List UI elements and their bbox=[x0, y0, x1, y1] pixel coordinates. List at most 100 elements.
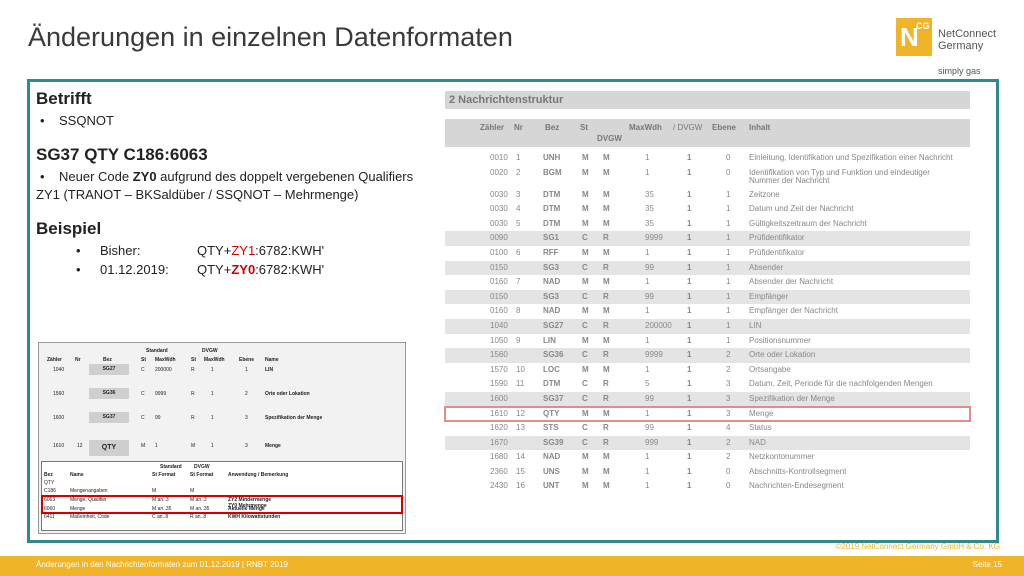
cell-e: 0 bbox=[726, 481, 731, 491]
cell-m: 999 bbox=[645, 437, 659, 447]
sub-col-name: Name bbox=[70, 472, 84, 478]
cell-i: Ortsangabe bbox=[749, 364, 791, 374]
inset-cell-e: 3 bbox=[245, 443, 248, 449]
inset-head-dvgw: DVGW bbox=[202, 348, 218, 354]
cell-m: 1 bbox=[645, 306, 650, 316]
table-row: 1570 10 LOC M M 1 1 2 Ortsangabe bbox=[445, 363, 970, 378]
heading-sg37: SG37 QTY C186:6063 bbox=[36, 145, 208, 164]
logo-mark: N CG bbox=[896, 18, 932, 56]
cell-s: M bbox=[582, 335, 589, 345]
cell-n: 6 bbox=[516, 247, 521, 257]
cell-z: 0160 bbox=[490, 277, 508, 287]
inset-cell-m2: 1 bbox=[211, 443, 214, 449]
cell-i: Einleitung, Identifikation und Spezifika… bbox=[749, 153, 953, 162]
cell-e: 0 bbox=[726, 153, 731, 162]
cell-i: Menge bbox=[749, 408, 774, 418]
cell-m: 99 bbox=[645, 262, 654, 272]
cell-d: 1 bbox=[687, 233, 692, 243]
cell-e: 1 bbox=[726, 335, 731, 345]
inset-cell-s2: R bbox=[191, 367, 195, 373]
inset-cell-s: C bbox=[141, 415, 145, 421]
table-row: 2360 15 UNS M M 1 1 0 Abschnitts-Kontrollsegment bbox=[445, 465, 970, 480]
cell-m: 99 bbox=[645, 423, 654, 433]
cell-b: NAD bbox=[543, 306, 561, 316]
cell-z: 1050 bbox=[490, 335, 508, 345]
sub-cell-bez: 6411 bbox=[44, 514, 55, 520]
cell-e: 2 bbox=[726, 350, 731, 360]
example-2: • 01.12.2019: QTY+ZY0:6782:KWH' bbox=[76, 262, 325, 277]
example-2-label: 01.12.2019: bbox=[100, 262, 169, 277]
highlight-box bbox=[41, 495, 403, 514]
table-row: 0090 SG1 C R 9999 1 1 Prüfidentifikator bbox=[445, 231, 970, 246]
cell-e: 4 bbox=[726, 423, 731, 433]
cell-s: C bbox=[582, 262, 588, 272]
col-dvgw: / DVGW bbox=[673, 123, 703, 132]
inset-col-zaehler: Zähler bbox=[47, 357, 63, 363]
cell-b: DTM bbox=[543, 379, 561, 389]
table-row: 0160 8 NAD M M 1 1 1 Empfänger der Nachricht bbox=[445, 304, 970, 319]
sub-cell-f1: M bbox=[152, 488, 157, 494]
example-1-value: QTY+ZY1:6782:KWH' bbox=[197, 243, 325, 258]
cell-s: M bbox=[582, 306, 589, 316]
cell-z: 1590 bbox=[490, 379, 508, 389]
inset-cell-name: Orte oder Lokation bbox=[265, 391, 310, 397]
inset-cell-name: Spezifikation der Menge bbox=[265, 415, 323, 421]
logo-slogan: simply gas bbox=[938, 66, 981, 76]
cell-i: NAD bbox=[749, 437, 766, 447]
cell-n: 14 bbox=[516, 452, 525, 462]
cell-n: 1 bbox=[516, 153, 521, 162]
code-zy0: ZY0 bbox=[132, 169, 157, 184]
cell-m: 1 bbox=[645, 247, 650, 257]
cell-s2: M bbox=[603, 247, 610, 257]
cell-s2: M bbox=[603, 364, 610, 374]
cell-m: 5 bbox=[645, 379, 650, 389]
cell-m: 35 bbox=[645, 189, 654, 199]
col-bez: Bez bbox=[545, 123, 560, 132]
inset-col-nr: Nr bbox=[75, 357, 81, 363]
inset-head-standard: Standard bbox=[146, 348, 168, 354]
logo: N CG NetConnect Germany simply gas bbox=[896, 18, 1006, 78]
cell-m: 99 bbox=[645, 393, 654, 403]
cell-s2: M bbox=[603, 218, 610, 228]
cell-s2: M bbox=[603, 466, 610, 476]
cell-i: Prüfidentifikator bbox=[749, 233, 805, 243]
page-number: Seite 15 bbox=[972, 560, 1002, 569]
logo-name-2: Germany bbox=[938, 40, 984, 52]
table-row: 0030 5 DTM M M 35 1 1 Gültigkeitszeitraum der Na… bbox=[445, 217, 970, 232]
sub-head-dvgw: DVGW bbox=[194, 464, 210, 470]
cell-s: M bbox=[582, 481, 589, 491]
cell-e: 1 bbox=[726, 291, 731, 301]
cell-m: 9999 bbox=[645, 350, 663, 360]
col-st: St bbox=[580, 123, 588, 132]
cell-m: 1 bbox=[645, 153, 650, 162]
cell-m: 1 bbox=[645, 452, 650, 462]
cell-s2: M bbox=[603, 189, 610, 199]
inset-bez-box: QTY bbox=[89, 440, 129, 456]
cell-s: M bbox=[582, 153, 589, 162]
table-row: 1050 9 LIN M M 1 1 1 Positionsnummer bbox=[445, 334, 970, 349]
cell-i: Orte oder Lokation bbox=[749, 350, 816, 360]
inset-cell-s2: M bbox=[191, 443, 196, 449]
table-row: 0010 1 UNH M M 1 1 0 Einleitung, Identifikation … bbox=[445, 151, 970, 166]
cell-s2: M bbox=[603, 481, 610, 491]
cell-m: 1 bbox=[645, 167, 650, 177]
cell-b: DTM bbox=[543, 218, 561, 228]
cell-d: 1 bbox=[687, 364, 692, 374]
cell-e: 1 bbox=[726, 204, 731, 214]
example-2-value: QTY+ZY0:6782:KWH' bbox=[197, 262, 325, 277]
cell-d: 1 bbox=[687, 423, 692, 433]
cell-b: NAD bbox=[543, 277, 561, 287]
cell-e: 1 bbox=[726, 277, 731, 287]
inset-table: Standard DVGW Zähler Nr Bez St MaxWdh St… bbox=[38, 342, 406, 534]
cell-s2: M bbox=[603, 306, 610, 316]
cell-d: 1 bbox=[687, 247, 692, 257]
cell-z: 0030 bbox=[490, 218, 508, 228]
cell-d: 1 bbox=[687, 320, 692, 330]
cell-d: 1 bbox=[687, 350, 692, 360]
cell-z: 1680 bbox=[490, 452, 508, 462]
cell-m: 1 bbox=[645, 364, 650, 374]
inset-col-st2: St bbox=[191, 357, 196, 363]
cell-s2: M bbox=[603, 167, 610, 177]
cell-i: Netzkontonummer bbox=[749, 452, 815, 462]
cell-e: 1 bbox=[726, 262, 731, 272]
